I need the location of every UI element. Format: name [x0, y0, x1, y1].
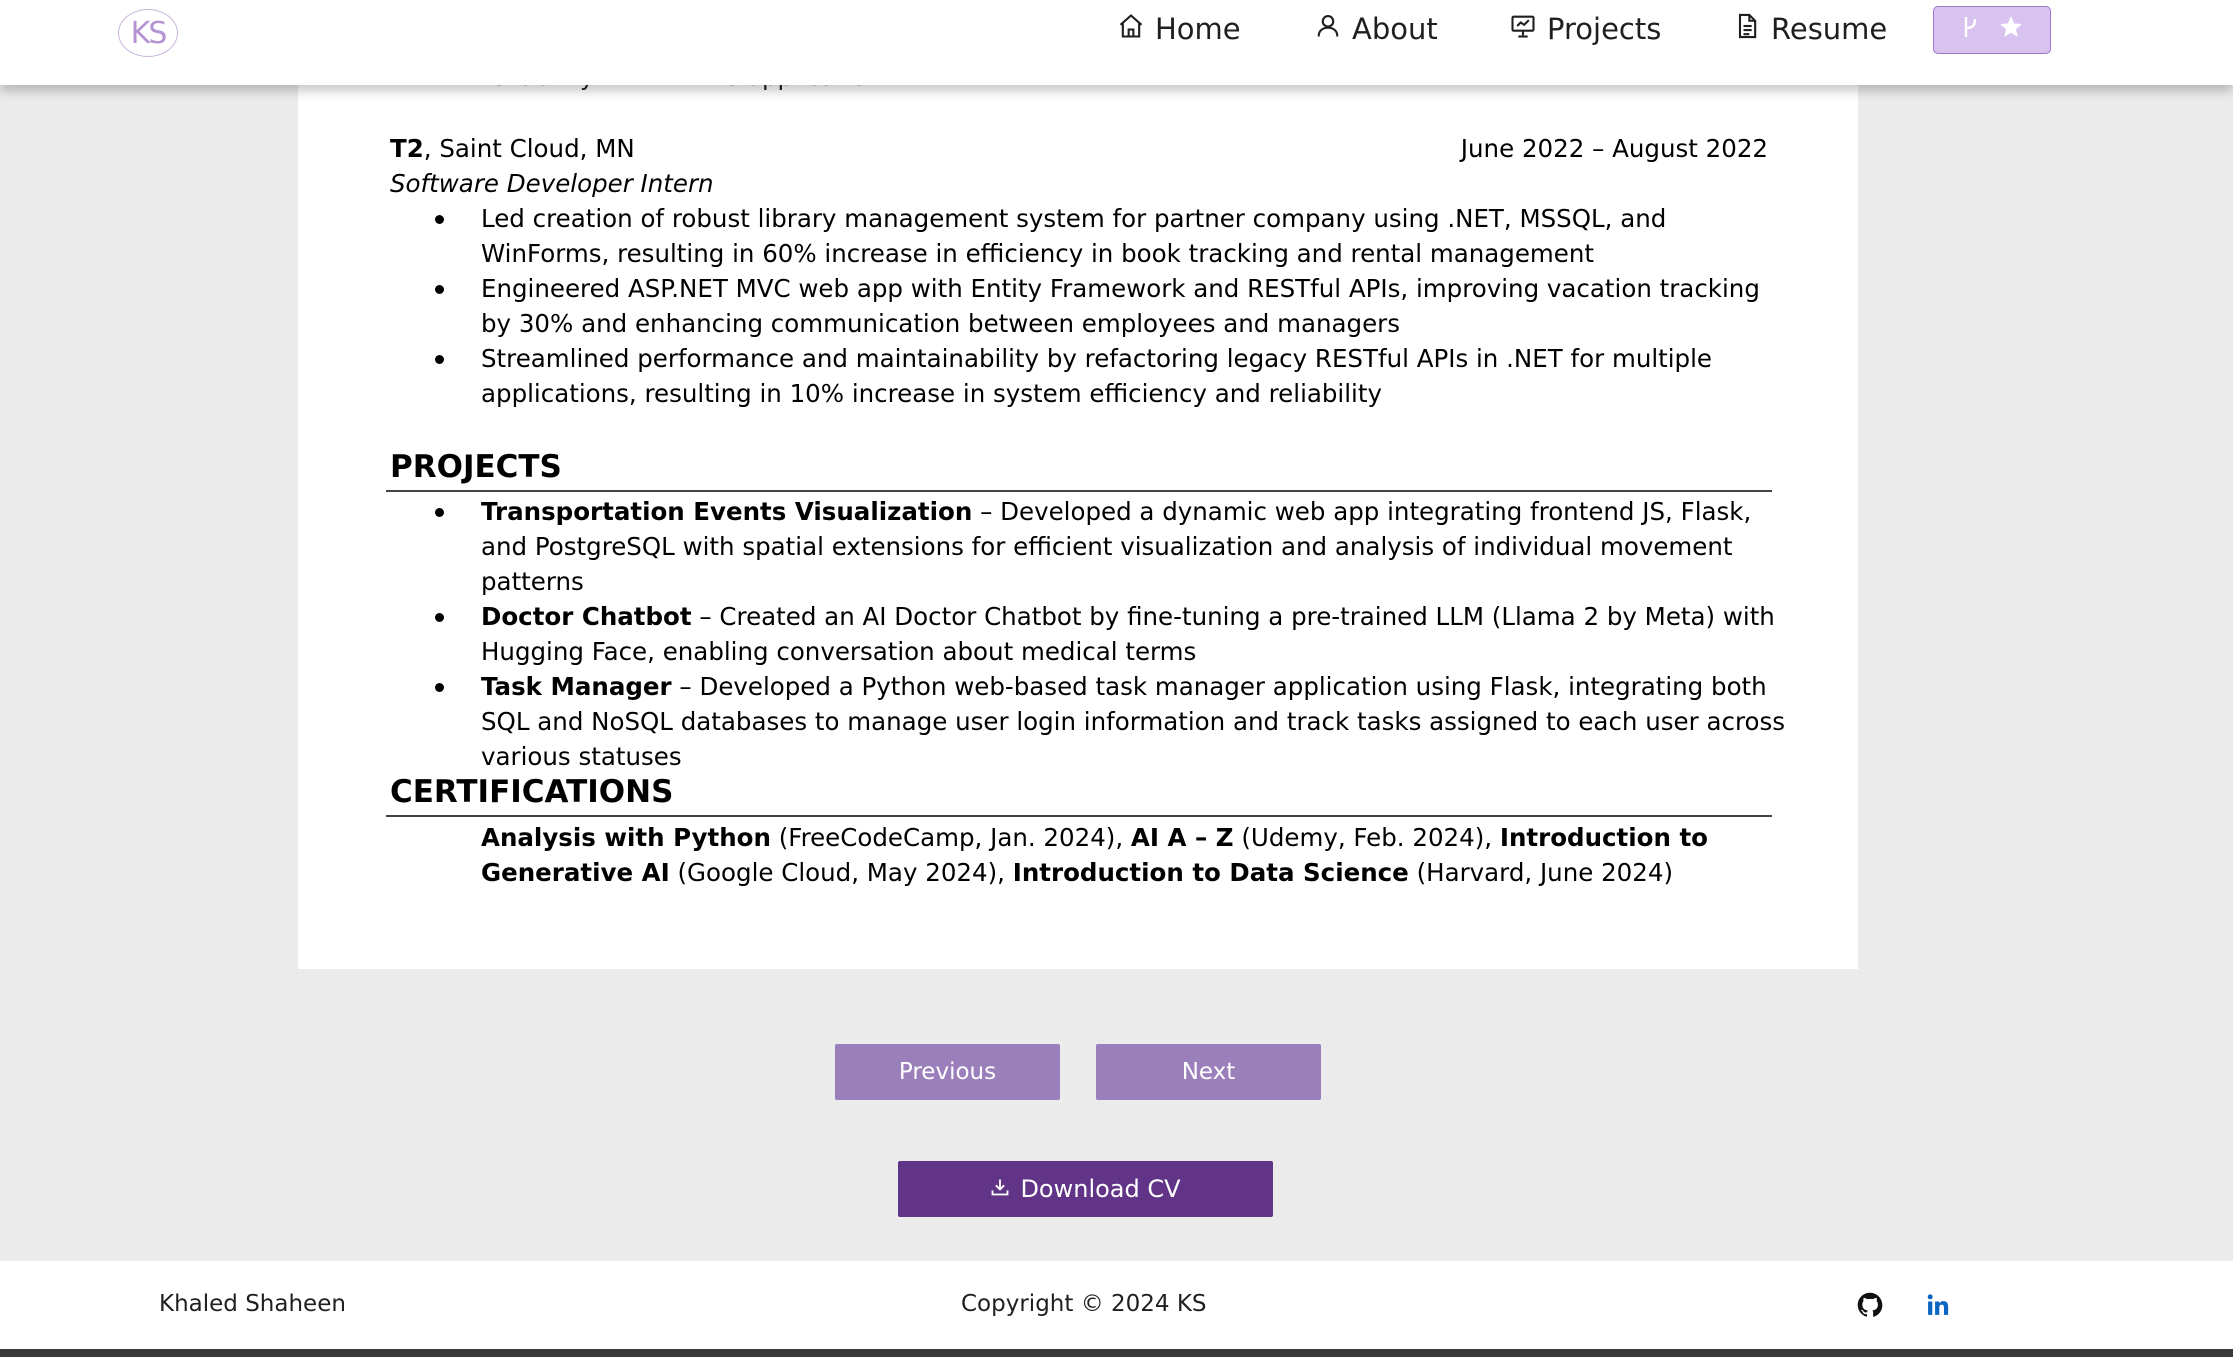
- navbar: KS Home About Projects Resume: [0, 0, 2233, 85]
- company-name: T2: [390, 134, 424, 163]
- nav-item-projects[interactable]: Projects: [1509, 10, 1661, 48]
- bottom-bar: [0, 1349, 2233, 1357]
- job-dates: June 2022 – August 2022: [1460, 134, 1768, 163]
- project-name: Transportation Events Visualization: [481, 497, 973, 526]
- cert-name: Introduction to Data Science: [1012, 858, 1409, 887]
- nav-item-label: Projects: [1547, 12, 1662, 46]
- cert-detail: (FreeCodeCamp, Jan. 2024),: [770, 823, 1131, 852]
- list-item: Doctor Chatbot – Created an AI Doctor Ch…: [390, 599, 1790, 669]
- star-icon: [1998, 14, 2024, 47]
- footer: Khaled Shaheen Copyright © 2024 KS: [0, 1261, 2233, 1349]
- project-desc: – Developed a Python web-based task mana…: [481, 672, 1785, 771]
- linkedin-icon[interactable]: [1924, 1291, 1952, 1319]
- job-bullets: Led creation of robust library managemen…: [390, 201, 1790, 411]
- nav-item-label: About: [1352, 12, 1438, 46]
- previous-button[interactable]: Previous: [835, 1044, 1060, 1100]
- resume-content: reliability within MVC application T2, S…: [298, 60, 1858, 969]
- fork-icon: [1960, 14, 1982, 47]
- list-item: Transportation Events Visualization – De…: [390, 494, 1790, 599]
- project-name: Task Manager: [481, 672, 672, 701]
- nav-item-label: Resume: [1771, 12, 1888, 46]
- next-button[interactable]: Next: [1096, 1044, 1321, 1100]
- cert-detail: (Udemy, Feb. 2024),: [1233, 823, 1500, 852]
- document-icon: [1733, 12, 1761, 47]
- project-list: Transportation Events Visualization – De…: [390, 494, 1790, 774]
- download-cv-button[interactable]: Download CV: [898, 1161, 1273, 1217]
- company-location: , Saint Cloud, MN: [423, 134, 635, 163]
- home-icon: [1117, 12, 1145, 47]
- nav-item-about[interactable]: About: [1314, 10, 1438, 48]
- cert-detail: (Google Cloud, May 2024),: [669, 858, 1013, 887]
- footer-name: Khaled Shaheen: [159, 1291, 346, 1317]
- nav-item-home[interactable]: Home: [1117, 10, 1241, 48]
- list-item: Task Manager – Developed a Python web-ba…: [390, 669, 1790, 774]
- job-company: T2, Saint Cloud, MN: [390, 134, 635, 163]
- logo[interactable]: KS: [118, 9, 178, 57]
- github-icon[interactable]: [1856, 1291, 1884, 1319]
- list-item: Led creation of robust library managemen…: [390, 201, 1790, 271]
- footer-copyright: Copyright © 2024 KS: [961, 1291, 1207, 1317]
- job-role: Software Developer Intern: [390, 169, 714, 198]
- resume-page: reliability within MVC application T2, S…: [298, 60, 1858, 969]
- cert-name: AI A – Z: [1130, 823, 1234, 852]
- certifications-text: Analysis with Python (FreeCodeCamp, Jan.…: [481, 820, 1781, 890]
- download-cv-label: Download CV: [1020, 1175, 1181, 1203]
- fork-star-button[interactable]: [1933, 6, 2051, 54]
- list-item: Engineered ASP.NET MVC web app with Enti…: [390, 271, 1790, 341]
- projects-heading: PROJECTS: [390, 449, 562, 485]
- cert-detail: (Harvard, June 2024): [1408, 858, 1674, 887]
- presentation-icon: [1509, 12, 1537, 47]
- cert-name: Analysis with Python: [481, 823, 771, 852]
- project-name: Doctor Chatbot: [481, 602, 692, 631]
- section-divider: [386, 490, 1772, 492]
- download-icon: [990, 1175, 1010, 1203]
- list-item: Streamlined performance and maintainabil…: [390, 341, 1790, 411]
- nav-item-label: Home: [1155, 12, 1241, 46]
- section-divider: [386, 815, 1772, 817]
- user-icon: [1314, 12, 1342, 47]
- certifications-heading: CERTIFICATIONS: [390, 774, 674, 810]
- nav-item-resume[interactable]: Resume: [1733, 10, 1887, 48]
